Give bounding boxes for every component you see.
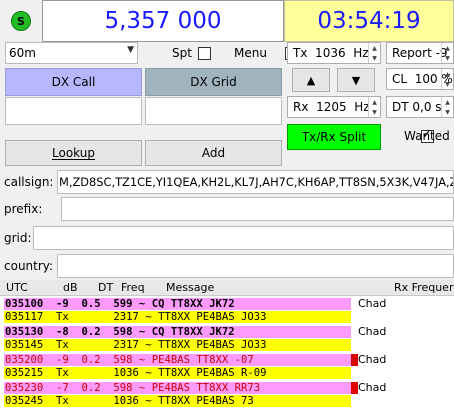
decode-message: 035215 Tx 1036 ~ TT8XX PE4BAS R-09: [4, 367, 351, 379]
spin-down-icon: ▼: [445, 108, 450, 116]
status-indicator: S: [0, 0, 42, 42]
lookup-label: Lookup: [52, 146, 95, 160]
clock-display: 03:54:19: [284, 0, 454, 42]
spin-up-icon: ▲: [372, 44, 377, 52]
header-rx-frequency: Rx Frequer: [394, 281, 454, 294]
decode-row[interactable]: 035100 -9 0.5 599 ~ CQ TT8XX JK72: [4, 298, 351, 310]
frequency-down-button[interactable]: ▼: [337, 68, 375, 92]
country-tag: Chad: [358, 325, 387, 338]
tx-rx-split-button[interactable]: Tx/Rx Split: [287, 124, 381, 150]
decode-message: 035117 Tx 2317 ~ TT8XX PE4BAS JO33: [4, 311, 351, 323]
country-tag: Chad: [358, 297, 387, 310]
decode-row[interactable]: 035145 Tx 2317 ~ TT8XX PE4BAS JO33: [4, 339, 351, 351]
chevron-down-icon: ▼: [127, 45, 134, 55]
prefix-label: prefix:: [4, 202, 43, 216]
spt-label: Spt: [172, 46, 192, 60]
decode-row[interactable]: 035200 -9 0.2 598 ~ PE4BAS TT8XX -07: [4, 354, 351, 366]
decode-message: 035130 -8 0.2 598 ~ CQ TT8XX JK72: [4, 326, 351, 338]
band-value: 60m: [9, 46, 36, 60]
spin-arrows[interactable]: ▲ ▼: [368, 97, 380, 117]
wanted-label: Wanted: [404, 129, 450, 143]
spin-arrows[interactable]: ▲ ▼: [441, 69, 453, 89]
spin-arrows[interactable]: ▲ ▼: [441, 43, 453, 63]
spin-arrows[interactable]: ▲ ▼: [441, 97, 453, 117]
dx-call-input[interactable]: [5, 97, 142, 125]
decode-header: UTC dB DT Freq Message Rx Frequer: [0, 280, 454, 296]
cl-spinbox[interactable]: CL 100 % ▲ ▼: [386, 68, 454, 90]
dx-grid-text: DX Grid: [190, 75, 237, 89]
decode-message: 035200 -9 0.2 598 ~ PE4BAS TT8XX -07: [4, 354, 351, 366]
dt-value: DT 0,0 s: [392, 100, 442, 114]
down-arrow-icon: ▼: [351, 73, 361, 87]
frequency-value: 5,357 000: [104, 8, 222, 34]
callsign-value: M,ZD8SC,TZ1CE,YI1QEA,KH2L,KL7J,AH7C,KH6A…: [59, 175, 454, 189]
decode-list[interactable]: 035100 -9 0.5 599 ~ CQ TT8XX JK72 Chad 035…: [0, 296, 454, 412]
callsign-field[interactable]: M,ZD8SC,TZ1CE,YI1QEA,KH2L,KL7J,AH7C,KH6A…: [57, 170, 454, 194]
tx-frequency-spinbox[interactable]: Tx 1036 Hz ▲ ▼: [287, 42, 381, 64]
decode-row[interactable]: 035215 Tx 1036 ~ TT8XX PE4BAS R-09: [4, 367, 351, 379]
frequency-display: 5,357 000: [42, 0, 284, 42]
add-button[interactable]: Add: [145, 140, 282, 166]
spin-up-icon: ▲: [372, 98, 377, 106]
grid-label: grid:: [4, 231, 32, 245]
spin-down-icon: ▼: [445, 80, 450, 88]
spin-up-icon: ▲: [445, 70, 450, 78]
country-label: country:: [4, 259, 54, 273]
spin-down-icon: ▼: [445, 54, 450, 62]
country-tag: Chad: [358, 381, 387, 394]
rx-frequency-spinbox[interactable]: Rx 1205 Hz ▲ ▼: [287, 96, 381, 118]
priority-marker: [351, 382, 358, 394]
report-spinbox[interactable]: Report -9 ▲ ▼: [386, 42, 454, 64]
dt-spinbox[interactable]: DT 0,0 s ▲ ▼: [386, 96, 454, 118]
decode-row[interactable]: 035245 Tx 1036 ~ TT8XX PE4BAS 73: [4, 395, 351, 407]
tx-frequency-value: Tx 1036 Hz: [293, 46, 369, 60]
decode-message: 035245 Tx 1036 ~ TT8XX PE4BAS 73: [4, 395, 351, 407]
up-arrow-icon: ▲: [306, 73, 316, 87]
grid-field[interactable]: [33, 226, 454, 250]
dx-call-label: DX Call: [5, 68, 142, 96]
header-db: dB: [63, 281, 78, 294]
band-select[interactable]: 60m ▼: [5, 42, 138, 64]
decode-message: 035145 Tx 2317 ~ TT8XX PE4BAS JO33: [4, 339, 351, 351]
dx-call-text: DX Call: [51, 75, 96, 89]
add-label: Add: [201, 146, 226, 160]
priority-marker: [351, 354, 358, 366]
country-tag: Chad: [358, 353, 387, 366]
dx-grid-label: DX Grid: [145, 68, 282, 96]
decode-row[interactable]: 035117 Tx 2317 ~ TT8XX PE4BAS JO33: [4, 311, 351, 323]
prefix-field[interactable]: [61, 197, 454, 221]
spin-down-icon: ▼: [372, 108, 377, 116]
header-freq: Freq: [121, 281, 145, 294]
clock-value: 03:54:19: [317, 8, 421, 34]
decode-row[interactable]: 035230 -7 0.2 598 ~ PE4BAS TT8XX RR73: [4, 382, 351, 394]
lookup-button[interactable]: Lookup: [5, 140, 142, 166]
split-label: Tx/Rx Split: [301, 130, 367, 144]
header-message: Message: [166, 281, 215, 294]
decode-message: 035100 -9 0.5 599 ~ CQ TT8XX JK72: [4, 298, 351, 310]
spin-up-icon: ▲: [445, 98, 450, 106]
status-letter: S: [17, 14, 25, 28]
header-utc: UTC: [6, 281, 28, 294]
callsign-label: callsign:: [4, 175, 54, 189]
spin-arrows[interactable]: ▲ ▼: [368, 43, 380, 63]
report-value: Report -9: [392, 46, 448, 60]
decode-row[interactable]: 035130 -8 0.2 598 ~ CQ TT8XX JK72: [4, 326, 351, 338]
decode-message: 035230 -7 0.2 598 ~ PE4BAS TT8XX RR73: [4, 382, 351, 394]
frequency-up-button[interactable]: ▲: [292, 68, 330, 92]
header-dt: DT: [98, 281, 114, 294]
spt-checkbox[interactable]: [198, 47, 211, 60]
country-field[interactable]: [57, 254, 454, 278]
menu-label: Menu: [234, 46, 267, 60]
spin-up-icon: ▲: [445, 44, 450, 52]
rx-frequency-value: Rx 1205 Hz: [293, 100, 370, 114]
spin-down-icon: ▼: [372, 54, 377, 62]
status-circle-icon: S: [11, 11, 31, 31]
dx-grid-input[interactable]: [145, 97, 282, 125]
